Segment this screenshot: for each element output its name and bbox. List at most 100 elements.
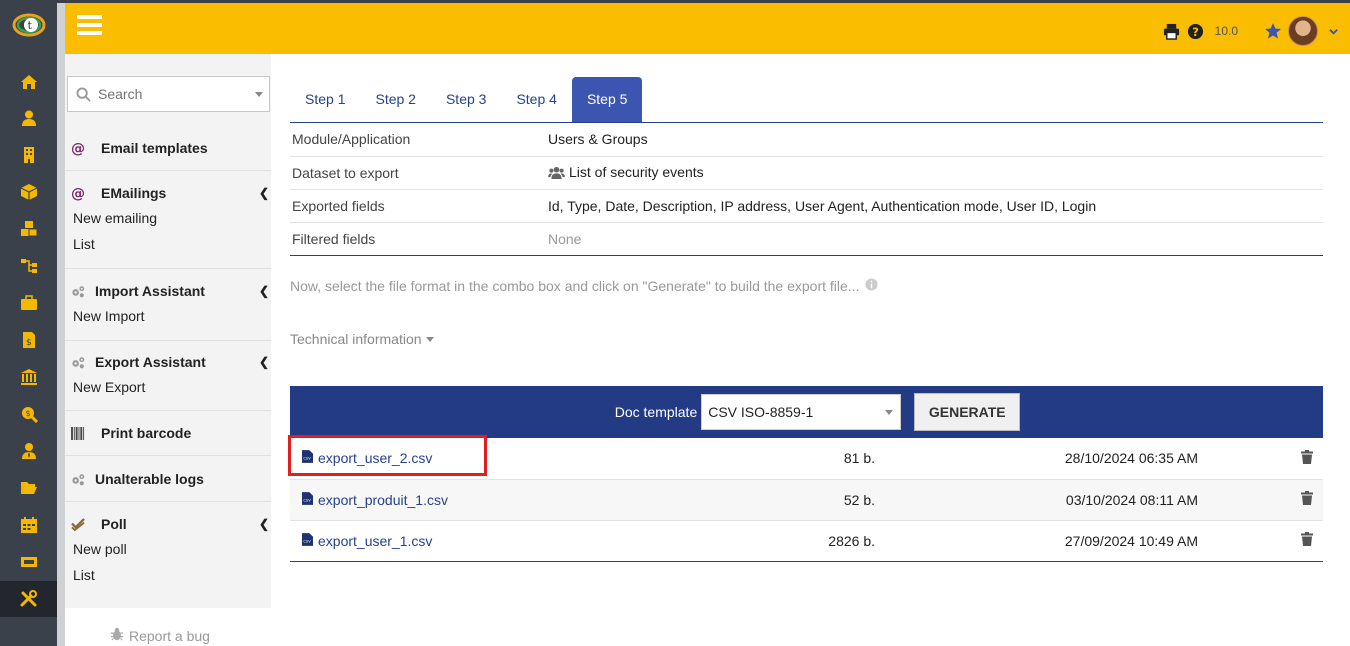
building-icon[interactable] [0,137,57,173]
tab-step-2[interactable]: Step 2 [360,77,430,122]
barcode-icon [71,426,101,440]
menu-unalterable-logs-label: Unalterable logs [95,471,204,487]
folder-open-icon[interactable] [0,470,57,506]
file-name: export_user_1.csv [318,532,433,549]
file-link[interactable]: CSV export_user_1.csv [302,533,432,549]
menu-poll-head[interactable]: Poll ❮ [65,512,271,536]
svg-text:?: ? [1192,24,1199,38]
trash-icon[interactable] [1301,491,1313,508]
delete-cell [1198,479,1323,521]
menu-print-barcode-label: Print barcode [101,425,192,441]
export-summary-table: Module/Application Users & Groups Datase… [290,123,1323,256]
tab-step-3[interactable]: Step 3 [431,77,501,122]
trash-icon[interactable] [1301,449,1313,467]
menu-emailings-head[interactable]: @ EMailings ❮ [65,181,271,205]
user-tie-icon[interactable] [0,433,57,469]
home-icon[interactable] [0,64,57,100]
menu-new-poll[interactable]: New poll [65,536,271,562]
file-name: export_produit_1.csv [318,491,448,508]
search-dollar-icon[interactable]: $ [0,396,57,432]
menu-new-emailing[interactable]: New emailing [65,205,271,231]
row-key: Module/Application [290,123,548,157]
tab-step-4[interactable]: Step 4 [501,77,571,122]
file-name-cell: CSV export_user_1.csv [290,520,710,562]
menu-emailings: @ EMailings ❮ New emailing List [65,181,271,269]
delete-cell [1198,438,1323,480]
user-avatar[interactable] [1288,16,1318,46]
cubes-icon[interactable] [0,211,57,247]
delete-cell [1198,520,1323,562]
chevron-left-icon[interactable]: ❮ [259,355,269,369]
export-files-table: CSV export_user_2.csv 81 b. 28/10/2024 06… [290,438,1323,562]
menu-export-assistant: Export Assistant ❮ New Export [65,350,271,411]
file-date: 27/09/2024 10:49 AM [875,520,1198,562]
help-icon[interactable]: ? [1187,22,1205,40]
file-link[interactable]: CSV export_produit_1.csv [302,492,448,508]
menu-print-barcode[interactable]: Print barcode [65,421,271,456]
csv-file-icon: CSV [302,491,313,508]
app-logo[interactable]: t [12,12,46,38]
file-link[interactable]: CSV export_user_2.csv [302,450,432,466]
row-value: Users & Groups [548,123,1323,157]
menu-poll-list[interactable]: List [65,562,271,588]
row-key: Filtered fields [290,222,548,256]
row-value: None [548,222,1323,256]
print-icon[interactable] [1163,22,1181,40]
technical-information-toggle[interactable]: Technical information [290,331,434,347]
trash-icon[interactable] [1301,532,1313,549]
row-value-cell: List of security events [548,156,1323,190]
table-row: CSV export_user_1.csv 2826 b. 27/09/2024 … [290,520,1323,562]
menu-emailing-list[interactable]: List [65,231,271,257]
chevron-left-icon[interactable]: ❮ [259,186,269,200]
calendar-icon[interactable] [0,507,57,543]
row-key: Exported fields [290,189,548,223]
chevron-left-icon[interactable]: ❮ [259,517,269,531]
briefcase-icon[interactable] [0,285,57,321]
cogs-icon [71,472,95,487]
row-value: Id, Type, Date, Description, IP address,… [548,189,1323,223]
doc-template-select[interactable]: CSV ISO-8859-1 [701,394,902,430]
csv-file-icon: CSV [302,450,313,466]
file-size: 52 b. [710,479,875,521]
menu-export-head[interactable]: Export Assistant ❮ [65,350,271,374]
tools-icon[interactable] [0,581,57,617]
table-row: Exported fields Id, Type, Date, Descript… [290,189,1323,223]
menu-unalterable-logs[interactable]: Unalterable logs [65,467,271,502]
version-label: 10.0 [1214,24,1238,38]
generate-button[interactable]: GENERATE [914,393,1021,431]
hamburger-menu-icon[interactable] [77,15,102,37]
user-icon[interactable] [0,100,57,136]
file-size: 2826 b. [710,520,875,562]
report-bug-link[interactable]: Report a bug [110,627,210,644]
search-icon [68,86,98,102]
sitemap-icon[interactable] [0,248,57,284]
cogs-icon [71,355,95,370]
star-bookmark-icon[interactable] [1264,22,1282,40]
tab-step-5[interactable]: Step 5 [571,77,643,122]
bank-icon[interactable] [0,359,57,395]
menu-new-export[interactable]: New Export [65,374,271,400]
info-circle-icon[interactable] [865,278,879,294]
menu-search-box[interactable] [67,76,270,112]
file-name-cell: CSV export_produit_1.csv [290,479,710,521]
tab-step-1[interactable]: Step 1 [290,77,360,122]
search-dropdown-caret-icon[interactable] [255,92,263,97]
box-icon[interactable] [0,174,57,210]
menu-import-head[interactable]: Import Assistant ❮ [65,279,271,303]
menu-email-templates[interactable]: @ Email templates [65,136,271,171]
report-bug-label: Report a bug [129,627,210,644]
instruction-text: Now, select the file format in the combo… [290,278,860,294]
ticket-icon[interactable] [0,544,57,580]
chevron-left-icon[interactable]: ❮ [259,284,269,298]
svg-text:CSV: CSV [303,539,311,543]
file-name-cell: CSV export_user_2.csv [290,438,710,480]
table-row: Module/Application Users & Groups [290,123,1323,157]
icon-rail: t $ $ [0,0,57,646]
menu-new-import[interactable]: New Import [65,303,271,329]
chevron-down-icon[interactable] [1324,22,1342,40]
invoice-icon[interactable]: $ [0,322,57,358]
menu-import-label: Import Assistant [95,283,205,299]
menu-search-input[interactable] [98,86,248,102]
doc-template-value: CSV ISO-8859-1 [708,404,814,420]
top-right-tools: ? 10.0 [1163,16,1342,46]
